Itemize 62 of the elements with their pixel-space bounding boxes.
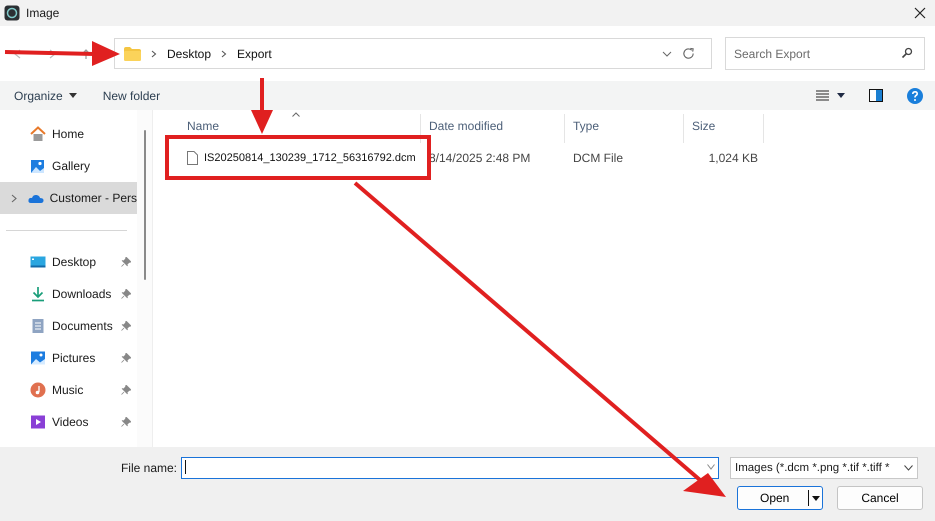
help-icon[interactable] [907, 88, 923, 104]
chevron-icon [221, 50, 228, 58]
sidebar-item[interactable]: Desktop [0, 246, 137, 278]
open-button[interactable]: Open [737, 486, 823, 510]
desktop-icon [30, 254, 46, 270]
dropdown-icon[interactable] [707, 464, 715, 470]
address-bar[interactable]: Desktop Export [114, 38, 712, 69]
dropdown-icon [904, 465, 913, 471]
file-icon [187, 151, 198, 165]
file-type-dropdown[interactable]: Images (*.dcm *.png *.tif *.tiff * [730, 457, 918, 479]
document-icon [30, 318, 46, 334]
sidebar-item[interactable]: Customer - Pers [0, 182, 137, 214]
pin-icon[interactable] [121, 353, 131, 363]
preview-pane-icon[interactable] [869, 89, 883, 102]
pin-icon[interactable] [121, 289, 131, 299]
pin-icon[interactable] [121, 417, 131, 427]
file-name[interactable]: IS20250814_130239_1712_56316792.dcm [204, 152, 416, 164]
sidebar-item[interactable]: Videos [0, 406, 137, 438]
sidebar-item[interactable]: Music [0, 374, 137, 406]
field-label: File name: [120, 461, 178, 475]
sort-icon [292, 112, 300, 117]
table-cell-text: DCM File [572, 151, 624, 165]
dropdown-icon[interactable] [662, 50, 672, 56]
pin-icon[interactable] [121, 385, 131, 395]
sidebar-item[interactable]: Pictures [0, 342, 137, 374]
close-icon[interactable] [914, 7, 926, 19]
list-view-icon[interactable] [816, 90, 829, 101]
home-icon [30, 126, 46, 142]
folder-icon [124, 46, 141, 60]
toolbar-button[interactable]: New folder [94, 84, 168, 106]
window-title: Image [26, 6, 60, 20]
gallery-icon [30, 158, 46, 174]
download-icon [30, 286, 46, 302]
column-header[interactable]: Size [684, 114, 764, 143]
sidebar-item[interactable]: Home [0, 118, 137, 150]
chevron-icon [151, 50, 157, 58]
table-cell-text: 1,024 KB [708, 151, 759, 165]
pin-icon[interactable] [121, 321, 131, 331]
annotation-arrow [251, 78, 273, 134]
caret-icon [68, 93, 77, 98]
caret-icon[interactable] [837, 93, 845, 98]
app-icon [4, 5, 20, 21]
search-field[interactable]: Search Export [725, 37, 925, 70]
sidebar-item[interactable]: Downloads [0, 278, 137, 310]
caret-icon[interactable] [812, 496, 820, 501]
toolbar-button[interactable]: Organize [6, 84, 85, 106]
breadcrumb[interactable]: Desktop [167, 46, 212, 60]
expand-icon[interactable] [10, 194, 17, 202]
cancel-button[interactable]: Cancel [837, 486, 923, 510]
file-name-field[interactable] [181, 457, 719, 479]
music-icon [30, 382, 46, 398]
refresh-icon[interactable] [682, 47, 695, 60]
scrollbar-thumb[interactable] [144, 130, 146, 280]
column-header[interactable]: Type [565, 114, 684, 143]
sidebar-item[interactable]: Gallery [0, 150, 137, 182]
pin-icon[interactable] [121, 257, 131, 267]
search-icon[interactable] [901, 47, 913, 59]
picture-icon [30, 350, 46, 366]
sidebar-item[interactable]: Documents [0, 310, 137, 342]
video-icon [30, 414, 46, 430]
breadcrumb[interactable]: Export [237, 46, 272, 60]
column-header[interactable]: Date modified [421, 114, 565, 143]
